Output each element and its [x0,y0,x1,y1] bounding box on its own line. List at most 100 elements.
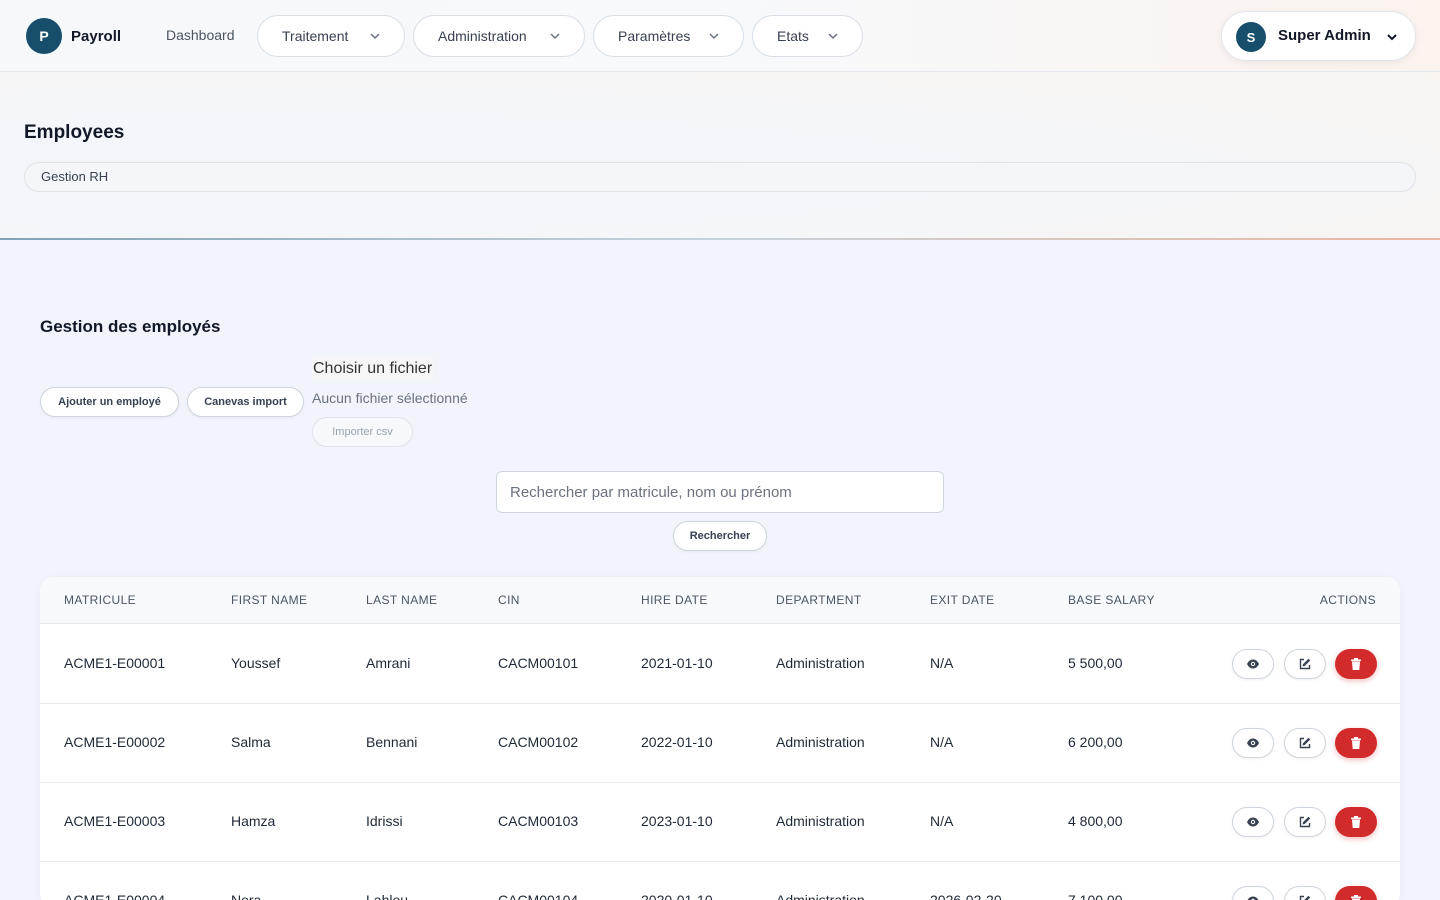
cell-last-name: Amrani [366,655,411,671]
user-name: Super Admin [1278,27,1371,44]
cell-hire-date: 2022-01-10 [641,734,713,750]
edit-icon [1299,895,1311,900]
cell-hire-date: 2021-01-10 [641,655,713,671]
file-choose-button[interactable]: Choisir un fichier [312,357,434,381]
nav-menu-traitement[interactable]: Traitement [257,15,405,57]
table-row: ACME1-E00002 Salma Bennani CACM00102 202… [40,704,1400,783]
trash-icon [1351,658,1361,670]
top-navbar: P Payroll Dashboard Traitement Administr… [0,0,1440,72]
page-header: Employees Gestion RH [0,72,1440,240]
view-button[interactable] [1232,649,1274,679]
employees-table: MATRICULE FIRST NAME LAST NAME CIN HIRE … [40,577,1400,900]
nav-menu-label: Etats [777,28,809,44]
table-row: ACME1-E00004 Nora Lahlou CACM00104 2020-… [40,862,1400,900]
cell-matricule: ACME1-E00003 [64,813,166,829]
delete-button[interactable] [1335,886,1377,900]
cell-department: Administration [776,655,865,671]
page-title: Employees [24,122,125,143]
delete-button[interactable] [1335,807,1377,837]
edit-button[interactable] [1284,807,1326,837]
import-template-button[interactable]: Canevas import [187,387,304,417]
edit-button[interactable] [1284,728,1326,758]
cell-exit-date: N/A [930,655,954,671]
eye-icon [1247,817,1259,827]
cell-base-salary: 6 200,00 [1068,734,1123,750]
trash-icon [1351,737,1361,749]
section-title: Gestion des employés [40,317,221,336]
table-row: ACME1-E00001 Youssef Amrani CACM00101 20… [40,625,1400,704]
chevron-down-icon [709,33,719,40]
cell-cin: CACM00104 [498,892,579,900]
cell-first-name: Salma [231,734,271,750]
eye-icon [1247,659,1259,669]
column-header: FIRST NAME [231,593,308,607]
cell-hire-date: 2020-01-10 [641,892,713,900]
nav-menu-label: Traitement [282,28,349,44]
chevron-down-icon [550,33,560,40]
cell-last-name: Lahlou [366,892,409,900]
cell-last-name: Idrissi [366,813,403,829]
cell-last-name: Bennani [366,734,418,750]
avatar: S [1236,22,1266,52]
edit-icon [1299,737,1311,749]
view-button[interactable] [1232,886,1274,900]
brand-name: Payroll [71,27,122,45]
edit-icon [1299,658,1311,670]
column-header: HIRE DATE [641,593,708,607]
cell-exit-date: N/A [930,734,954,750]
file-status: Aucun fichier sélectionné [312,390,468,406]
cell-first-name: Youssef [231,655,281,671]
nav-menu-administration[interactable]: Administration [413,15,585,57]
search-input[interactable] [496,471,944,513]
delete-button[interactable] [1335,728,1377,758]
column-header: LAST NAME [366,593,438,607]
import-csv-button[interactable]: Importer csv [312,417,413,447]
view-button[interactable] [1232,728,1274,758]
trash-icon [1351,816,1361,828]
column-header: DEPARTMENT [776,593,862,607]
column-header: ACTIONS [1319,593,1376,607]
chevron-down-icon [1387,34,1397,41]
cell-hire-date: 2023-01-10 [641,813,713,829]
nav-menu-label: Paramètres [618,28,691,44]
cell-cin: CACM00101 [498,655,579,671]
breadcrumb: Gestion RH [24,162,1416,192]
cell-matricule: ACME1-E00004 [64,892,166,900]
cell-cin: CACM00103 [498,813,579,829]
cell-first-name: Nora [231,892,262,900]
cell-exit-date: 2026-02-20 [930,892,1002,900]
column-header: MATRICULE [64,593,137,607]
table-header: MATRICULE FIRST NAME LAST NAME CIN HIRE … [40,577,1400,624]
add-employee-button[interactable]: Ajouter un employé [40,387,179,417]
search-button[interactable]: Rechercher [673,521,767,551]
column-header: EXIT DATE [930,593,995,607]
cell-matricule: ACME1-E00001 [64,655,166,671]
nav-menu-label: Administration [438,28,527,44]
nav-dashboard-link[interactable]: Dashboard [166,27,235,43]
cell-base-salary: 5 500,00 [1068,655,1123,671]
brand[interactable]: P Payroll [26,18,121,54]
cell-base-salary: 4 800,00 [1068,813,1123,829]
chevron-down-icon [828,33,838,40]
view-button[interactable] [1232,807,1274,837]
cell-first-name: Hamza [231,813,276,829]
cell-exit-date: N/A [930,813,954,829]
nav-menu-parametres[interactable]: Paramètres [593,15,744,57]
edit-button[interactable] [1284,886,1326,900]
cell-cin: CACM00102 [498,734,579,750]
cell-matricule: ACME1-E00002 [64,734,166,750]
eye-icon [1247,738,1259,748]
cell-base-salary: 7 100,00 [1068,892,1123,900]
brand-logo: P [26,18,62,54]
user-menu[interactable]: S Super Admin [1221,11,1416,61]
delete-button[interactable] [1335,649,1377,679]
trash-icon [1351,895,1361,900]
nav-menu-etats[interactable]: Etats [752,15,863,57]
chevron-down-icon [370,33,380,40]
column-header: CIN [498,593,520,607]
cell-department: Administration [776,892,865,900]
column-header: BASE SALARY [1068,593,1155,607]
cell-department: Administration [776,734,865,750]
edit-button[interactable] [1284,649,1326,679]
edit-icon [1299,816,1311,828]
